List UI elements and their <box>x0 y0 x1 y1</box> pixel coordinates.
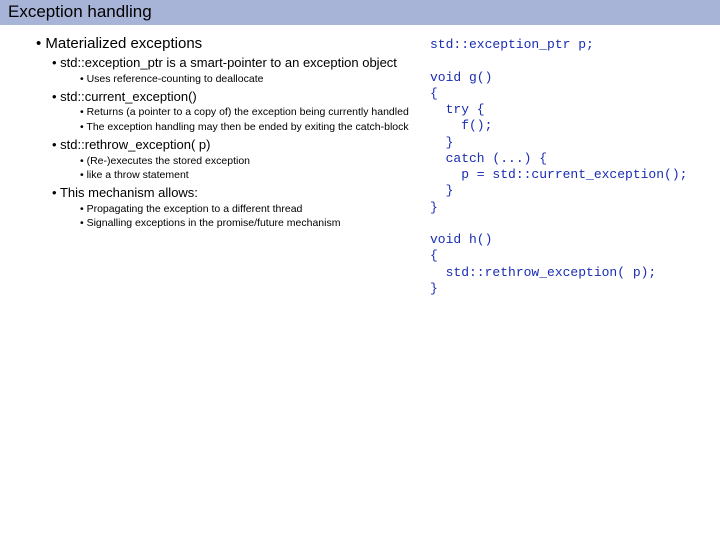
subitem-text: The exception handling may then be ended… <box>92 121 422 134</box>
item-text: std::current_exception() <box>66 90 422 105</box>
item-text: std::rethrow_exception( p) <box>66 138 422 153</box>
code-block: std::exception_ptr p; void g() { try { f… <box>430 37 702 297</box>
slide-title-bar: Exception handling <box>0 0 720 25</box>
right-column: std::exception_ptr p; void g() { try { f… <box>422 35 702 297</box>
item-text: std::exception_ptr is a smart-pointer to… <box>66 56 422 71</box>
list-item: This mechanism allows: Propagating the e… <box>22 186 422 230</box>
subitem-text: Uses reference-counting to deallocate <box>92 73 422 86</box>
bullet-list: std::exception_ptr is a smart-pointer to… <box>22 56 422 230</box>
list-item: std::exception_ptr is a smart-pointer to… <box>22 56 422 86</box>
section-heading: Materialized exceptions <box>36 35 422 52</box>
subitem-text: like a throw statement <box>92 169 422 182</box>
subitem-text: Signalling exceptions in the promise/fut… <box>92 217 422 230</box>
item-text: This mechanism allows: <box>66 186 422 201</box>
heading-text: Materialized exceptions <box>45 35 202 52</box>
list-item: std::current_exception() Returns (a poin… <box>22 90 422 134</box>
subitem-text: (Re-)executes the stored exception <box>92 155 422 168</box>
list-item: std::rethrow_exception( p) (Re-)executes… <box>22 138 422 182</box>
slide-title: Exception handling <box>8 2 152 21</box>
bullet-icon <box>36 35 45 52</box>
slide-content: Materialized exceptions std::exception_p… <box>0 25 720 305</box>
subitem-text: Propagating the exception to a different… <box>92 203 422 216</box>
subitem-text: Returns (a pointer to a copy of) the exc… <box>92 106 422 119</box>
left-column: Materialized exceptions std::exception_p… <box>22 35 422 297</box>
